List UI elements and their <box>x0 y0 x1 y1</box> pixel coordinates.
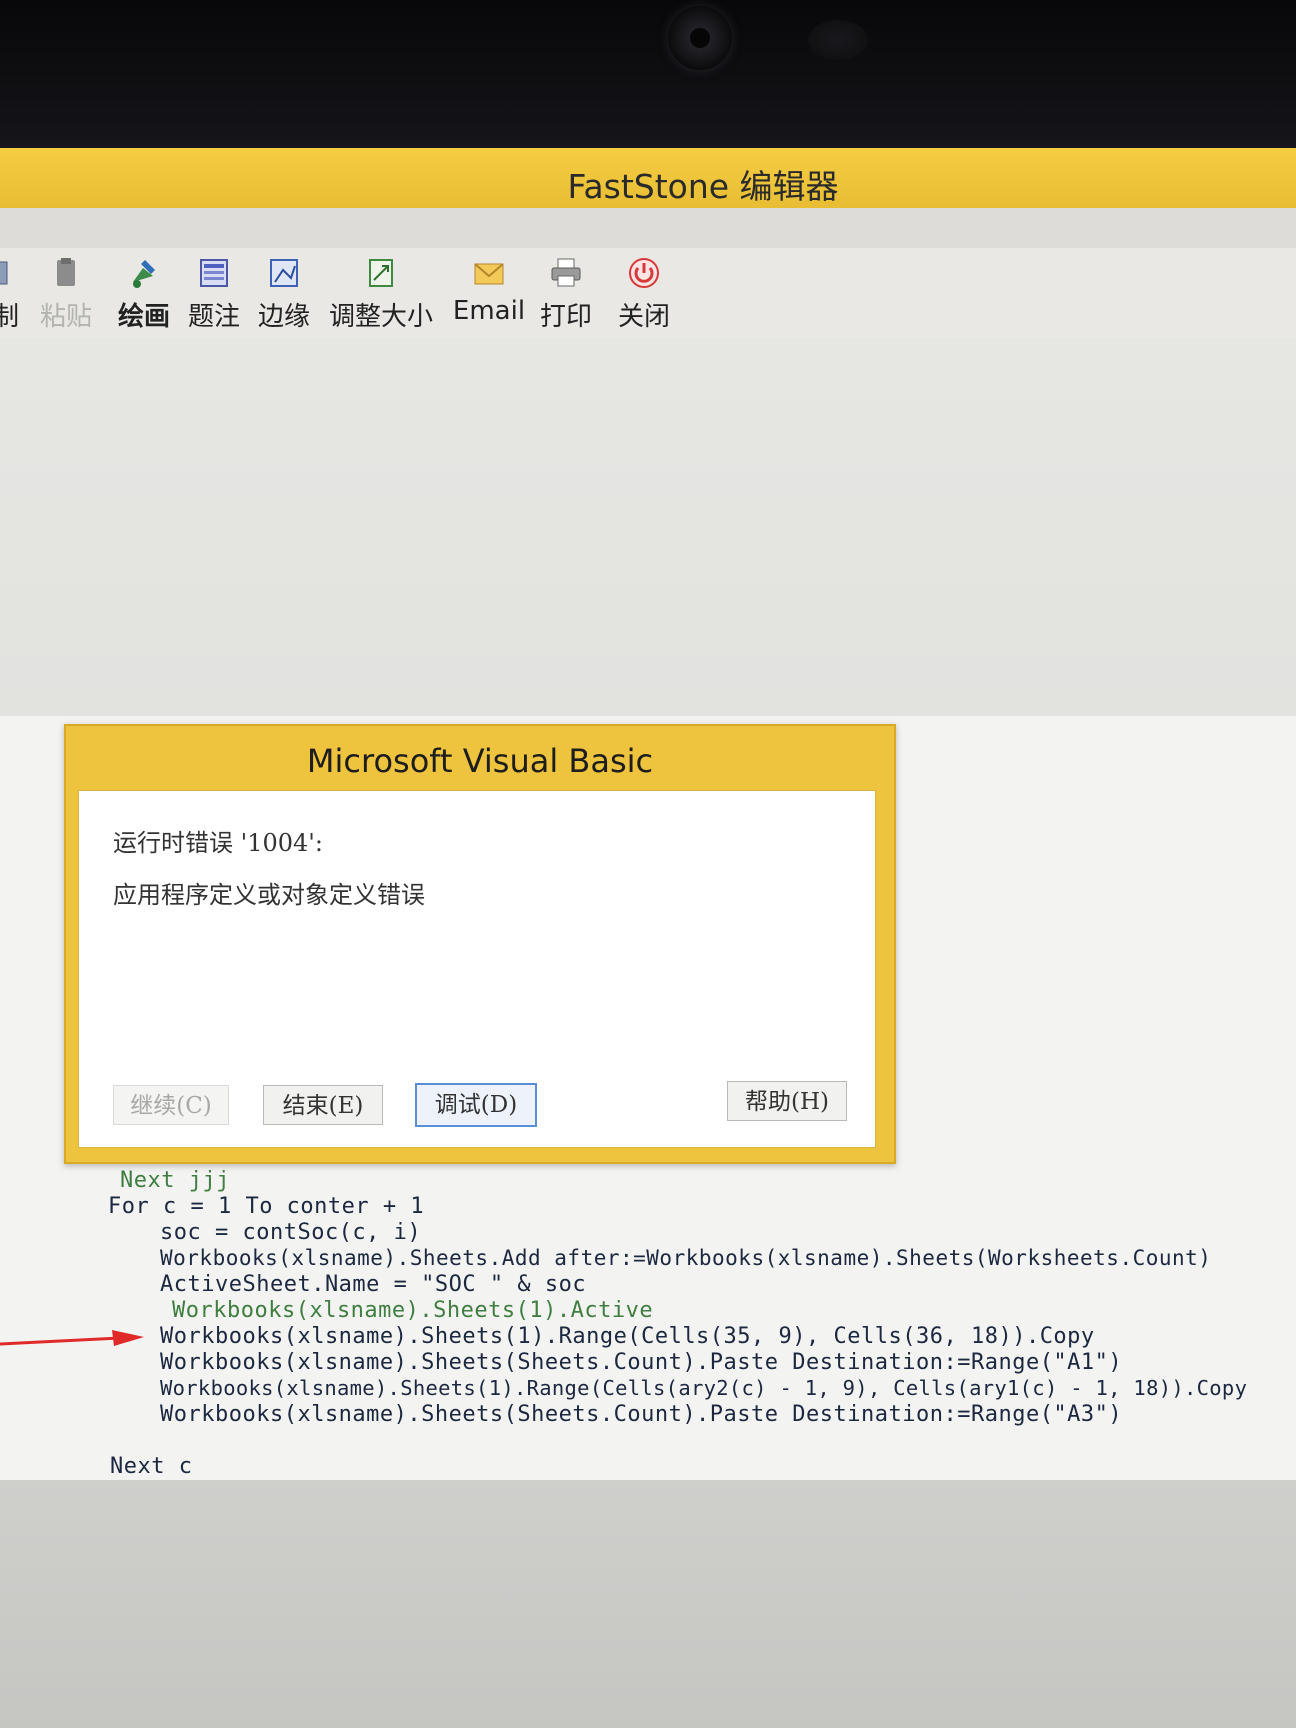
toolbar-label: 边缘 <box>257 302 310 332</box>
resize-button[interactable]: 调整大小 <box>326 256 436 332</box>
printer-icon <box>551 258 581 287</box>
code-line[interactable]: Workbooks(xlsname).Sheets(1).Range(Cells… <box>160 1376 1247 1400</box>
debug-button[interactable]: 调试(D) <box>415 1083 537 1127</box>
webcam <box>668 6 732 70</box>
end-button[interactable]: 结束(E) <box>263 1085 383 1125</box>
code-line[interactable]: Workbooks(xlsname).Sheets(1).Active <box>172 1298 653 1323</box>
toolbar-label: 绘画 <box>117 302 170 332</box>
paste-icon <box>57 258 75 286</box>
code-line[interactable]: Workbooks(xlsname).Sheets(Sheets.Count).… <box>160 1402 1122 1427</box>
dialog-body: 运行时错误 '1004': 应用程序定义或对象定义错误 继续(C) 结束(E) … <box>78 790 876 1148</box>
toolbar-label: Email <box>452 296 526 326</box>
edge-button[interactable]: 边缘 <box>254 256 314 332</box>
screen-lower-area <box>0 1480 1296 1728</box>
close-button[interactable]: 关闭 <box>614 256 674 332</box>
toolbar: 制 粘贴 绘画 题注 边缘 调整大小 Email 打印 关闭 <box>0 248 1296 340</box>
draw-icon <box>133 260 155 288</box>
error-code-text: 运行时错误 '1004': <box>113 829 323 857</box>
error-description-text: 应用程序定义或对象定义错误 <box>113 881 425 909</box>
continue-button[interactable]: 继续(C) <box>113 1085 229 1125</box>
monitor-bezel <box>0 0 1296 150</box>
email-button[interactable]: Email <box>452 256 526 332</box>
code-line[interactable]: ActiveSheet.Name = "SOC " & soc <box>160 1272 586 1297</box>
copy-button[interactable]: 制 <box>0 256 26 332</box>
light-sensor <box>808 20 868 60</box>
caption-button[interactable]: 题注 <box>184 256 244 332</box>
code-line[interactable]: Workbooks(xlsname).Sheets(Sheets.Count).… <box>160 1350 1122 1375</box>
toolbar-label: 制 <box>0 302 19 332</box>
paste-button[interactable]: 粘贴 <box>38 256 94 332</box>
code-line[interactable]: Next jjj <box>120 1168 230 1193</box>
code-line[interactable]: soc = contSoc(c, i) <box>160 1220 421 1245</box>
edge-icon <box>270 259 298 287</box>
window-title: FastStone 编辑器 <box>567 167 839 206</box>
red-arrow-annotation <box>0 1330 144 1346</box>
image-canvas <box>0 338 1296 718</box>
code-line[interactable]: For c = 1 To conter + 1 <box>108 1194 424 1219</box>
help-button[interactable]: 帮助(H) <box>727 1081 847 1121</box>
resize-icon <box>369 259 393 287</box>
menu-bar <box>0 208 1296 248</box>
email-icon <box>474 263 504 285</box>
toolbar-label: 关闭 <box>617 302 670 332</box>
draw-button[interactable]: 绘画 <box>114 256 174 332</box>
toolbar-label: 题注 <box>187 302 240 332</box>
caption-icon <box>200 259 228 287</box>
vb-error-dialog: Microsoft Visual Basic 运行时错误 '1004': 应用程… <box>64 724 896 1164</box>
photographed-screen: FastStone 编辑器 制 粘贴 绘画 题注 边缘 调整大小 Email 打… <box>0 0 1296 1728</box>
copy-icon <box>0 261 8 285</box>
toolbar-label: 粘贴 <box>39 302 92 332</box>
dialog-title: Microsoft Visual Basic <box>306 742 654 780</box>
print-button[interactable]: 打印 <box>536 256 596 332</box>
toolbar-label: 打印 <box>539 302 592 332</box>
code-line[interactable]: Next c <box>110 1454 192 1479</box>
toolbar-label: 调整大小 <box>328 302 433 332</box>
code-line[interactable]: Workbooks(xlsname).Sheets.Add after:=Wor… <box>160 1246 1211 1270</box>
power-icon <box>629 258 659 288</box>
code-line-highlighted[interactable]: Workbooks(xlsname).Sheets(1).Range(Cells… <box>160 1324 1095 1349</box>
faststone-title-bar[interactable]: FastStone 编辑器 <box>0 148 1296 209</box>
